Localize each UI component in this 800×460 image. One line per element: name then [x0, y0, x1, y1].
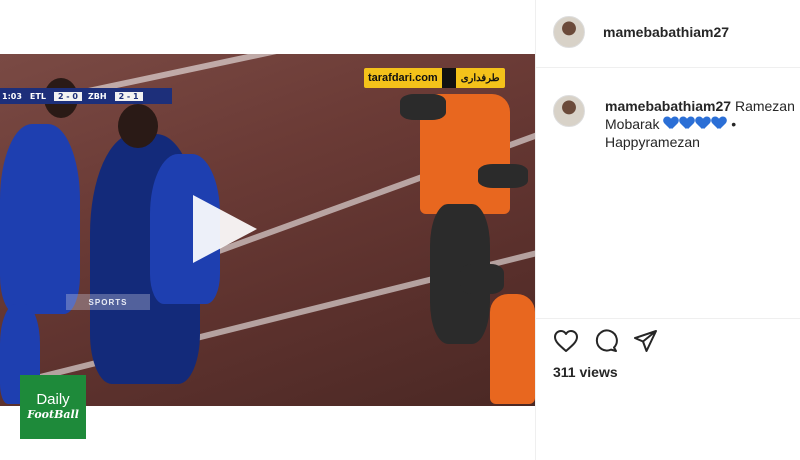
team-a: ETL: [29, 91, 46, 101]
play-icon[interactable]: [193, 195, 257, 263]
scoreboard: 1:03 ETL 2 - 0 ZBH 2 - 1: [0, 88, 172, 104]
heart-icon[interactable]: [553, 329, 579, 353]
score-b: 2 - 1: [114, 91, 143, 101]
camera: [400, 94, 446, 120]
post-header: mamebabathiam27: [536, 0, 800, 68]
watermark-site: tarafdari.com: [364, 68, 442, 88]
watermark-persian: طرفداری: [455, 68, 505, 88]
badge-line-1: Daily: [36, 391, 70, 408]
avatar[interactable]: [553, 16, 585, 48]
channel-tag: SPORTS: [66, 294, 150, 310]
divider: [536, 318, 800, 319]
blue-heart-icon: [664, 117, 678, 130]
caption-username[interactable]: mamebabathiam27: [605, 98, 731, 114]
camera: [460, 264, 504, 294]
blue-heart-icon: [680, 117, 694, 130]
comment-icon[interactable]: [593, 329, 619, 353]
blue-heart-icon: [712, 117, 726, 130]
header-username[interactable]: mamebabathiam27: [603, 24, 729, 40]
player-head: [118, 104, 158, 148]
blue-heart-icon: [696, 117, 710, 130]
score-a: 2 - 0: [53, 91, 82, 101]
match-time: 1:03: [2, 91, 22, 101]
view-count: 311 views: [553, 364, 618, 380]
broadcaster-watermark: tarafdari.com طرفداری: [364, 68, 505, 88]
caption-text: mamebabathiam27 Ramezan Mobarak • Happyr…: [605, 97, 797, 151]
badge-line-2: FootBall: [27, 408, 79, 421]
video-player[interactable]: 1:03 ETL 2 - 0 ZBH 2 - 1 tarafdari.com ط…: [0, 54, 535, 406]
media-column: 1:03 ETL 2 - 0 ZBH 2 - 1 tarafdari.com ط…: [0, 0, 535, 460]
daily-football-logo: Daily FootBall: [20, 375, 86, 439]
photographer-figure: [490, 294, 535, 404]
paper-plane-icon[interactable]: [633, 329, 659, 353]
player-figure: [0, 124, 80, 314]
avatar[interactable]: [553, 95, 585, 127]
camera: [478, 164, 528, 188]
watermark-logo-icon: [441, 68, 456, 88]
post-side-panel: mamebabathiam27 mamebabathiam27 Ramezan …: [535, 0, 800, 460]
post-actions: [553, 328, 659, 354]
team-b: ZBH: [87, 91, 107, 101]
